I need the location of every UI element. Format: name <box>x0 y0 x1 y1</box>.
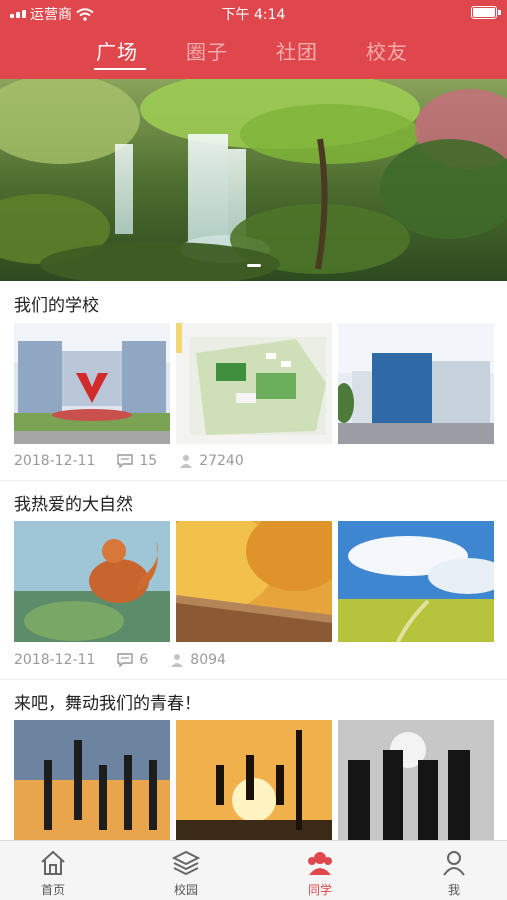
tab-label: 首页 <box>40 883 65 897</box>
tab-guangchang[interactable]: 广场 <box>96 36 138 65</box>
battery-icon <box>471 6 497 19</box>
person-icon <box>443 851 465 876</box>
home-icon <box>41 850 65 875</box>
view-count: 8094 <box>170 652 226 668</box>
tab-quanzi[interactable]: 圈子 <box>186 36 228 65</box>
status-bar: 运营商 下午 4:14 <box>0 0 507 26</box>
post-image-youth-1[interactable] <box>14 720 170 841</box>
post-image-nature-3[interactable] <box>338 521 494 642</box>
divider <box>0 480 507 481</box>
post-image-youth-3[interactable] <box>338 720 494 841</box>
post-meta: 2018-12-11 15 27240 <box>14 453 266 469</box>
post-date: 2018-12-11 <box>14 453 96 469</box>
tab-classmates[interactable]: 同学 <box>270 841 370 900</box>
comment-count[interactable]: 15 <box>117 453 157 469</box>
comment-icon <box>117 454 134 468</box>
person-icon <box>180 455 193 468</box>
person-icon <box>171 654 184 667</box>
app-screen: 运营商 下午 4:14 广场 圈子 社团 校友 我们的学校 2018-12-11… <box>0 0 507 900</box>
post-image-nature-1[interactable] <box>14 521 170 642</box>
tab-home[interactable]: 首页 <box>3 841 103 900</box>
comment-count[interactable]: 6 <box>117 652 148 668</box>
tab-shetuan[interactable]: 社团 <box>276 36 318 65</box>
tab-me[interactable]: 我 <box>404 841 504 900</box>
view-count: 27240 <box>179 453 244 469</box>
banner-carousel[interactable] <box>0 79 507 281</box>
status-time: 下午 4:14 <box>221 7 286 23</box>
tab-label: 同学 <box>307 883 332 897</box>
post-image-school-2[interactable] <box>176 323 332 444</box>
post-title[interactable]: 我们的学校 <box>14 291 99 316</box>
post-image-school-1[interactable] <box>14 323 170 444</box>
tab-xiaoyou[interactable]: 校友 <box>366 36 408 65</box>
tab-campus[interactable]: 校园 <box>136 841 236 900</box>
battery-tip <box>498 10 501 15</box>
tab-label: 校园 <box>173 883 198 897</box>
classmates-icon <box>308 852 332 875</box>
post-image-school-3[interactable] <box>338 323 494 444</box>
post-title[interactable]: 我热爱的大自然 <box>14 490 133 515</box>
active-tab-underline <box>94 68 146 70</box>
post-title[interactable]: 来吧，舞动我们的青春！ <box>14 689 201 714</box>
tab-label: 我 <box>447 883 460 897</box>
post-date: 2018-12-11 <box>14 652 96 668</box>
top-tabs: 广场 圈子 社团 校友 <box>0 32 507 76</box>
header: 运营商 下午 4:14 广场 圈子 社团 校友 <box>0 0 507 79</box>
divider <box>0 679 507 680</box>
post-image-nature-2[interactable] <box>176 521 332 642</box>
bottom-tab-bar: 首页 校园 同学 我 <box>0 840 507 900</box>
post-meta: 2018-12-11 6 8094 <box>14 652 248 668</box>
comment-icon <box>117 653 134 667</box>
post-image-youth-2[interactable] <box>176 720 332 841</box>
layers-icon <box>172 850 200 876</box>
banner-page-indicator <box>247 264 261 267</box>
banner-image <box>0 79 507 281</box>
